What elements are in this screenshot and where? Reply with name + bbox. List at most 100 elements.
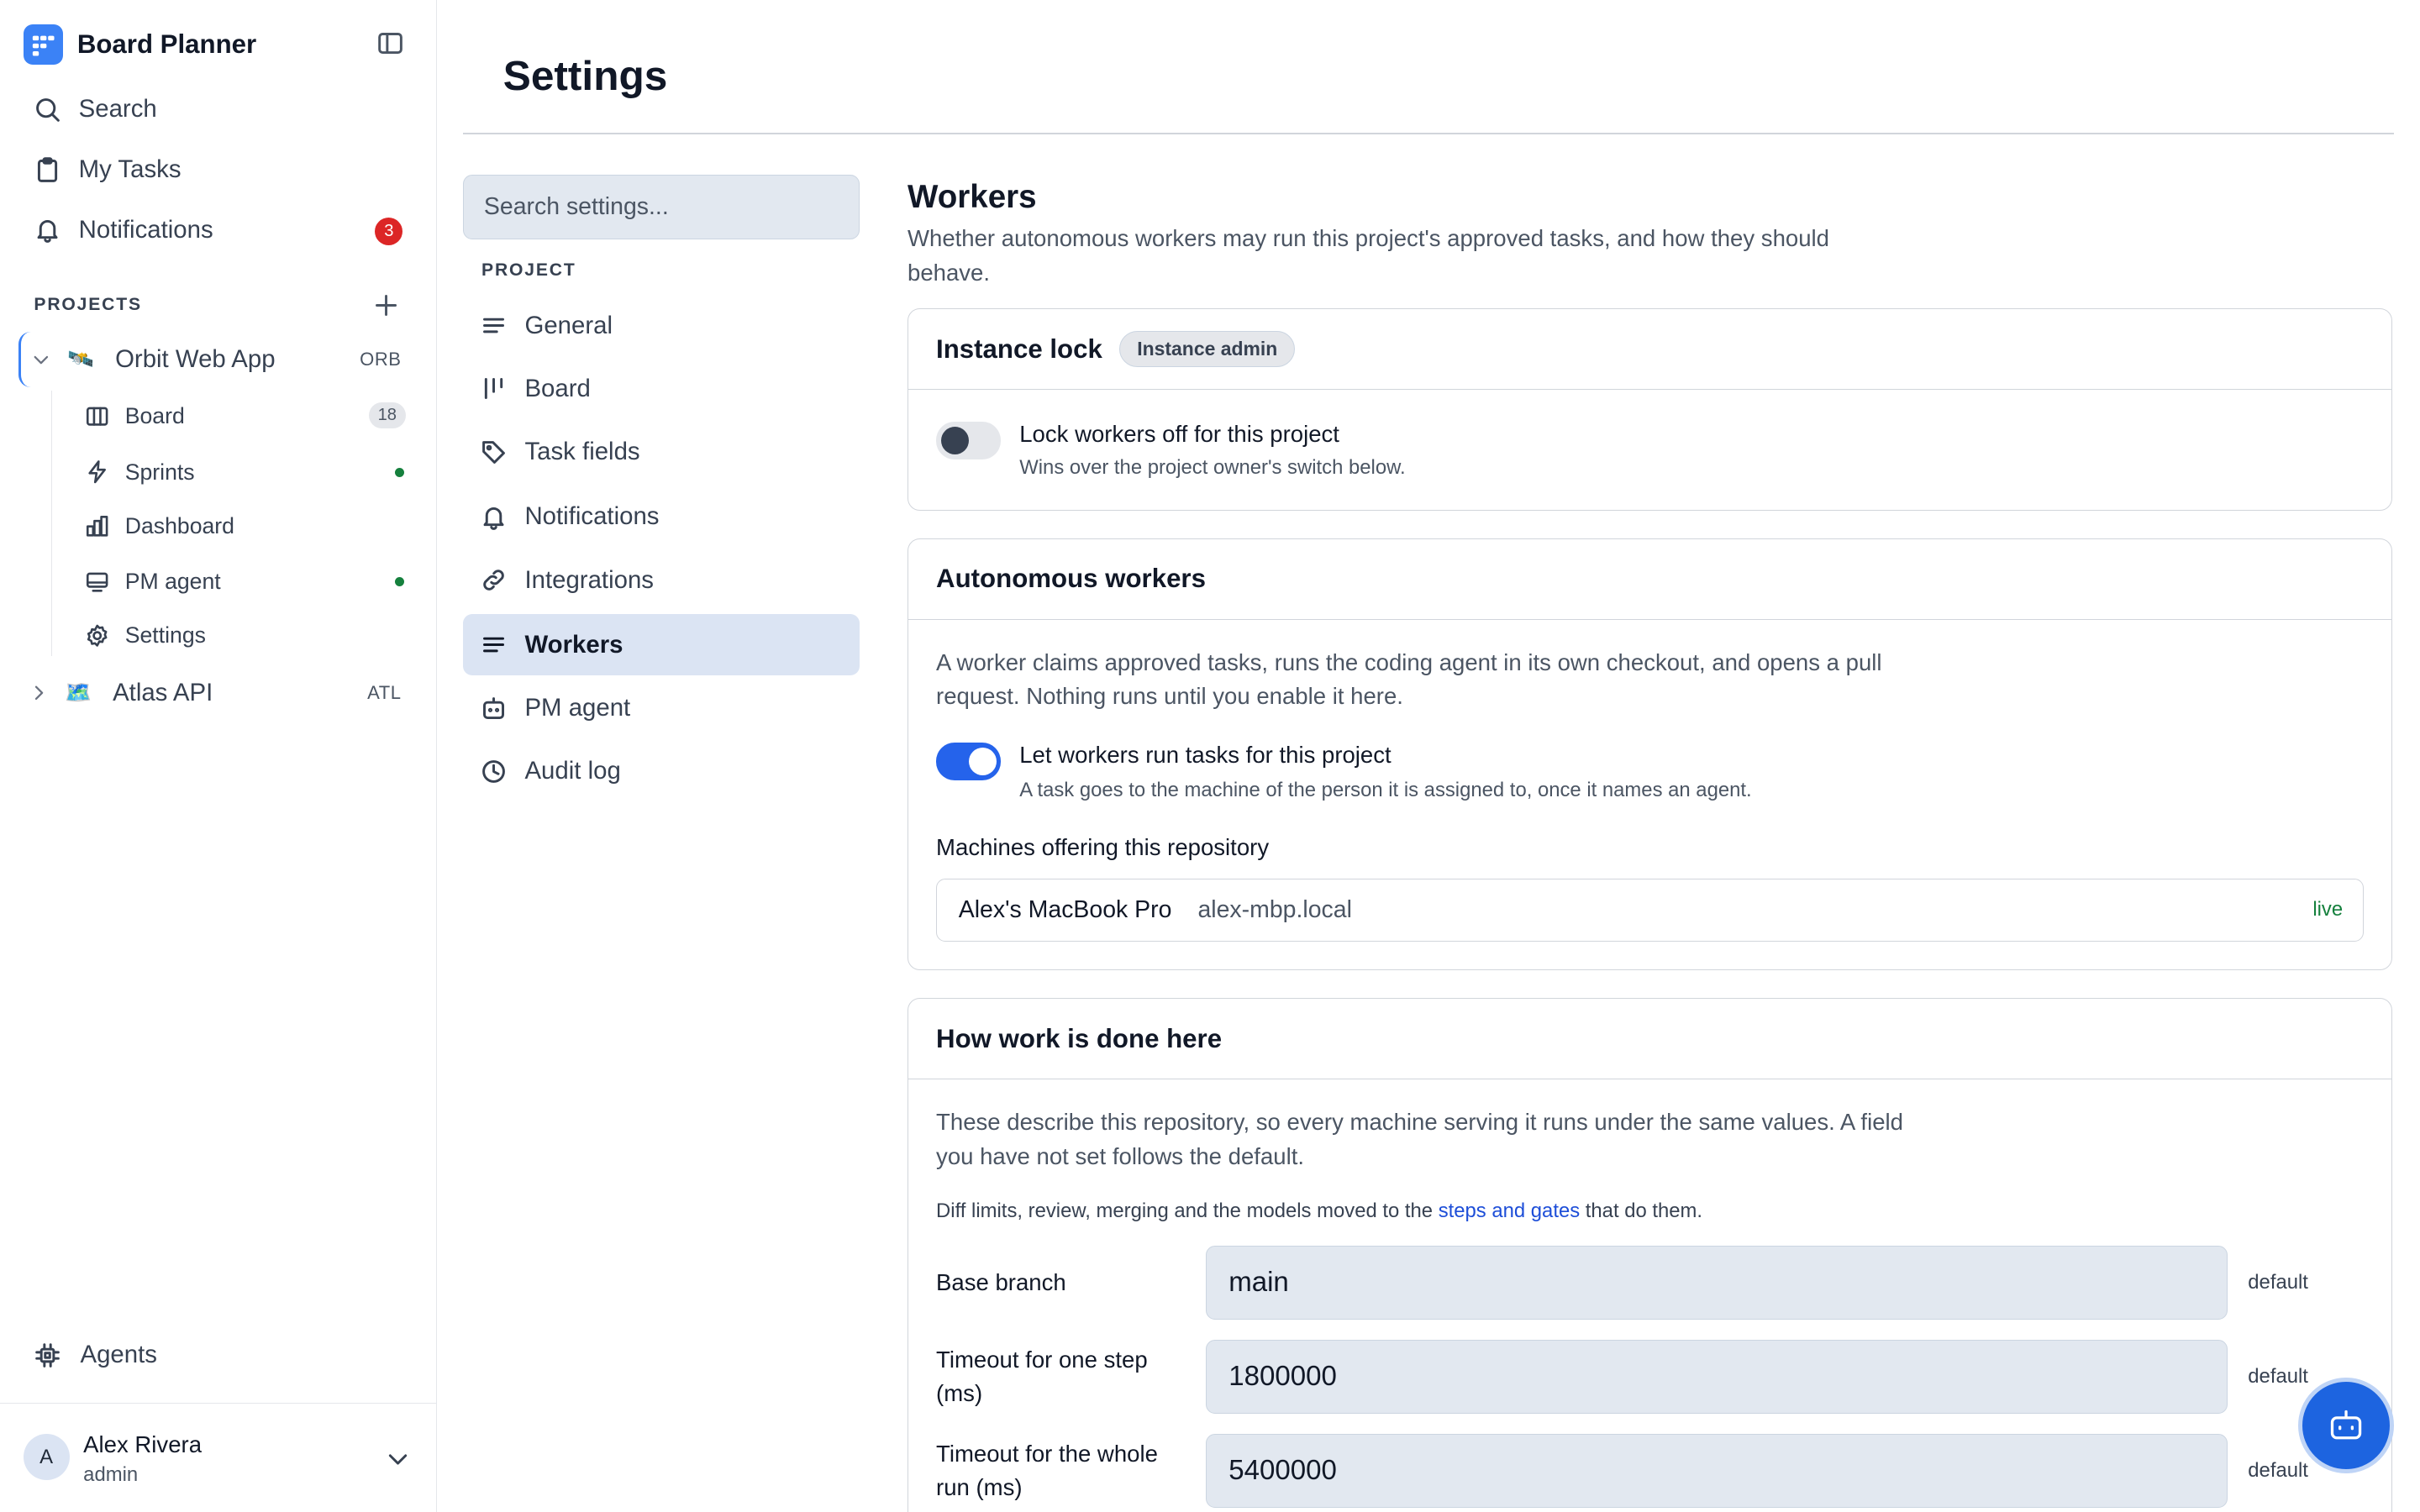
sidebar-item-board[interactable]: Board 18	[70, 392, 422, 442]
instance-admin-badge: Instance admin	[1119, 330, 1296, 368]
settings-nav-workers[interactable]: Workers	[463, 614, 860, 676]
brand[interactable]: Board Planner	[23, 24, 256, 66]
step-timeout-input[interactable]	[1206, 1340, 2228, 1415]
robot-icon	[480, 695, 508, 722]
project-emoji-icon: 🛰️	[67, 348, 95, 372]
page-title: Settings	[502, 51, 668, 99]
chip-icon	[34, 1341, 61, 1369]
sidebar-item-dashboard[interactable]: Dashboard	[70, 501, 422, 551]
user-menu[interactable]: A Alex Rivera admin	[0, 1402, 437, 1512]
project-atlas-api[interactable]: 🗺️ Atlas API ATL	[18, 665, 420, 721]
project-name: Orbit Web App	[115, 345, 276, 374]
card-header: How work is done here	[908, 999, 2391, 1079]
project-code: ORB	[360, 349, 402, 370]
chart-icon	[85, 514, 109, 538]
settings-nav-label: Task fields	[524, 438, 640, 466]
let-workers-run-toggle[interactable]	[936, 743, 1002, 780]
settings-search-input[interactable]	[463, 174, 860, 239]
settings-nav-label: Audit log	[524, 757, 621, 785]
lines-icon	[480, 631, 508, 659]
run-timeout-input[interactable]	[1206, 1434, 2228, 1509]
lines-icon	[480, 312, 508, 339]
card-title: Autonomous workers	[936, 564, 1206, 594]
lock-workers-toggle[interactable]	[936, 422, 1002, 459]
user-name: Alex Rivera	[83, 1431, 203, 1457]
autonomous-workers-card: Autonomous workers A worker claims appro…	[908, 538, 2392, 971]
sidebar-toggle-icon[interactable]	[376, 29, 404, 57]
settings-nav-notifications[interactable]: Notifications	[463, 486, 860, 548]
tag-icon	[480, 438, 508, 466]
machine-status: live	[2312, 898, 2344, 921]
gear-icon	[85, 623, 109, 648]
how-work-card: How work is done here These describe thi…	[908, 998, 2392, 1512]
robot-icon	[2328, 1407, 2365, 1444]
chevron-down-icon[interactable]	[30, 349, 52, 370]
bolt-icon	[85, 459, 109, 484]
note-text: Diff limits, review, merging and the mod…	[936, 1200, 1702, 1223]
add-project-icon[interactable]	[372, 291, 400, 319]
nav-my-tasks[interactable]: My Tasks	[18, 142, 417, 197]
app-logo-icon	[23, 24, 64, 66]
sidebar-item-settings[interactable]: Settings	[70, 611, 422, 660]
settings-nav-label: PM agent	[524, 694, 631, 722]
field-label: Base branch	[936, 1269, 1066, 1296]
settings-nav-board[interactable]: Board	[463, 358, 860, 419]
nav-search[interactable]: Search	[18, 81, 417, 137]
settings-nav-general[interactable]: General	[463, 295, 860, 356]
sidebar-item-pm-agent[interactable]: PM agent	[70, 557, 422, 606]
bell-icon	[34, 216, 61, 244]
sidebar-item-sprints-label: Sprints	[124, 459, 195, 485]
board-count-badge: 18	[368, 402, 407, 428]
settings-section-heading: PROJECT	[481, 260, 576, 281]
board-icon	[85, 404, 109, 428]
settings-nav-task-fields[interactable]: Task fields	[463, 421, 860, 482]
sidebar-item-sprints[interactable]: Sprints	[70, 448, 422, 497]
clock-icon	[480, 758, 508, 785]
settings-nav-audit-log[interactable]: Audit log	[463, 741, 860, 802]
card-paragraph: These describe this repository, so every…	[936, 1109, 1903, 1169]
divider	[463, 132, 2394, 134]
machine-host: alex-mbp.local	[1197, 896, 1352, 924]
assistant-fab-button[interactable]	[2297, 1378, 2394, 1474]
machine-name: Alex's MacBook Pro	[958, 896, 1172, 924]
instance-lock-card: Instance lock Instance admin Lock worker…	[908, 308, 2392, 511]
sidebar-item-pm-agent-label: PM agent	[124, 568, 221, 594]
machine-row[interactable]: Alex's MacBook Pro alex-mbp.local live	[936, 879, 2365, 942]
project-emoji-icon: 🗺️	[65, 680, 92, 705]
card-header: Instance lock Instance admin	[908, 309, 2391, 390]
note-after: that do them.	[1580, 1200, 1703, 1223]
field-default-hint: default	[2248, 1458, 2308, 1482]
settings-nav-label: Board	[524, 374, 591, 402]
nav-agents[interactable]: Agents	[34, 1341, 157, 1369]
tree-line	[50, 390, 53, 656]
section-description: Whether autonomous workers may run this …	[908, 225, 1829, 286]
bell-icon	[480, 503, 508, 531]
settings-nav-pm-agent[interactable]: PM agent	[463, 677, 860, 738]
nav-notifications-label: Notifications	[78, 215, 213, 244]
project-orbit-web-app[interactable]: 🛰️ Orbit Web App ORB	[18, 331, 420, 387]
nav-notifications[interactable]: Notifications 3	[18, 202, 417, 258]
settings-nav-integrations[interactable]: Integrations	[463, 549, 860, 611]
steps-and-gates-link[interactable]: steps and gates	[1439, 1200, 1580, 1222]
nav-agents-label: Agents	[80, 1341, 157, 1369]
base-branch-input[interactable]	[1206, 1246, 2228, 1320]
card-title: Instance lock	[936, 333, 1102, 364]
sidebar-item-dashboard-label: Dashboard	[124, 512, 234, 538]
clipboard-icon	[34, 156, 61, 184]
chevron-right-icon[interactable]	[28, 682, 50, 704]
notification-count-badge: 3	[375, 217, 403, 246]
chevron-down-icon[interactable]	[384, 1445, 412, 1473]
nav-my-tasks-label: My Tasks	[78, 155, 182, 184]
monitor-icon	[85, 570, 109, 594]
search-icon	[34, 96, 61, 123]
user-role: admin	[83, 1463, 139, 1487]
project-name: Atlas API	[113, 679, 213, 707]
field-default-hint: default	[2248, 1364, 2308, 1388]
toggle-label: Let workers run tasks for this project	[1019, 741, 1392, 768]
field-default-hint: default	[2248, 1270, 2308, 1294]
section-title: Workers	[908, 179, 1037, 216]
settings-nav-label: General	[524, 311, 613, 339]
toggle-description: A task goes to the machine of the person…	[1019, 778, 1752, 801]
active-dot	[395, 467, 405, 477]
machines-heading: Machines offering this repository	[936, 833, 1270, 860]
